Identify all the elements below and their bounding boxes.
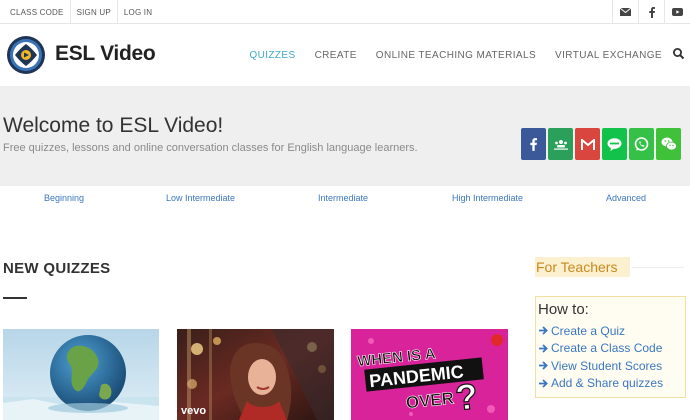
- main-nav: QUIZZES CREATE ONLINE TEACHING MATERIALS…: [230, 25, 662, 85]
- level-advanced[interactable]: Advanced: [606, 193, 646, 203]
- classroom-icon: [553, 140, 568, 150]
- nav-virtual-exchange[interactable]: VIRTUAL EXCHANGE: [555, 50, 662, 61]
- line-share-button[interactable]: [602, 128, 627, 160]
- new-quizzes-heading: NEW QUIZZES: [3, 260, 111, 277]
- arrow-right-icon: [539, 361, 548, 370]
- top-bar: CLASS CODE SIGN UP LOG IN: [0, 0, 690, 24]
- svg-text:?: ?: [453, 375, 479, 418]
- whatsapp-icon: [634, 136, 649, 151]
- heading-underline: [3, 297, 27, 299]
- facebook-share-button[interactable]: [521, 128, 546, 160]
- sign-up-link[interactable]: SIGN UP: [71, 0, 118, 24]
- arrow-right-icon: [539, 344, 548, 353]
- arrow-right-icon: [539, 379, 548, 388]
- facebook-icon: [530, 137, 537, 151]
- page-title: Welcome to ESL Video!: [3, 114, 224, 137]
- pandemic-thumbnail[interactable]: WHEN IS A PANDEMIC OVER ?: [351, 329, 508, 420]
- top-links: CLASS CODE SIGN UP LOG IN: [4, 0, 158, 24]
- classroom-share-button[interactable]: [548, 128, 573, 160]
- esl-video-logo-icon[interactable]: [6, 35, 46, 75]
- how-to-box: How to: Create a Quiz Create a Class Cod…: [535, 296, 686, 398]
- how-to-list: Create a Quiz Create a Class Code View S…: [538, 322, 663, 392]
- level-filter-bar: Beginning Low Intermediate Intermediate …: [0, 186, 690, 212]
- create-class-code-link[interactable]: Create a Class Code: [538, 340, 663, 358]
- social-icons: [612, 0, 690, 24]
- singer-video-thumbnail[interactable]: vevo: [177, 329, 334, 420]
- site-header: ESL Video QUIZZES CREATE ONLINE TEACHING…: [0, 25, 690, 85]
- welcome-banner: Welcome to ESL Video! Free quizzes, less…: [0, 86, 690, 186]
- add-share-quizzes-label: Add & Share quizzes: [551, 376, 664, 391]
- brand-name[interactable]: ESL Video: [55, 42, 156, 66]
- youtube-icon[interactable]: [664, 0, 690, 24]
- search-icon[interactable]: [672, 47, 686, 61]
- class-code-link[interactable]: CLASS CODE: [4, 0, 71, 24]
- arrow-right-icon: [539, 326, 548, 335]
- create-quiz-label: Create a Quiz: [551, 323, 626, 338]
- wechat-share-button[interactable]: [656, 128, 681, 160]
- level-high-intermediate[interactable]: High Intermediate: [452, 193, 523, 203]
- nav-online-teaching-materials[interactable]: ONLINE TEACHING MATERIALS: [376, 50, 536, 61]
- envelope-icon[interactable]: [612, 0, 638, 24]
- view-student-scores-link[interactable]: View Student Scores: [538, 357, 663, 375]
- share-buttons: [521, 128, 683, 160]
- log-in-link[interactable]: LOG IN: [118, 0, 158, 24]
- create-quiz-link[interactable]: Create a Quiz: [538, 322, 663, 340]
- gmail-icon: [580, 138, 595, 150]
- nav-create[interactable]: CREATE: [315, 50, 357, 61]
- wechat-icon: [661, 137, 677, 151]
- earth-thumbnail[interactable]: [3, 329, 159, 420]
- nav-quizzes[interactable]: QUIZZES: [249, 50, 295, 61]
- view-student-scores-label: View Student Scores: [551, 358, 663, 373]
- level-beginning[interactable]: Beginning: [44, 193, 84, 203]
- gmail-share-button[interactable]: [575, 128, 600, 160]
- page-subtitle: Free quizzes, lessons and online convers…: [3, 142, 418, 154]
- create-class-code-label: Create a Class Code: [551, 341, 663, 356]
- line-icon: [607, 137, 622, 151]
- how-to-title: How to:: [538, 301, 589, 318]
- vevo-watermark: vevo: [181, 405, 206, 417]
- facebook-icon[interactable]: [638, 0, 664, 24]
- section-divider: [632, 267, 684, 268]
- whatsapp-share-button[interactable]: [629, 128, 654, 160]
- for-teachers-heading: For Teachers: [535, 257, 630, 277]
- add-share-quizzes-link[interactable]: Add & Share quizzes: [538, 375, 663, 393]
- level-low-intermediate[interactable]: Low Intermediate: [166, 193, 235, 203]
- level-intermediate[interactable]: Intermediate: [318, 193, 368, 203]
